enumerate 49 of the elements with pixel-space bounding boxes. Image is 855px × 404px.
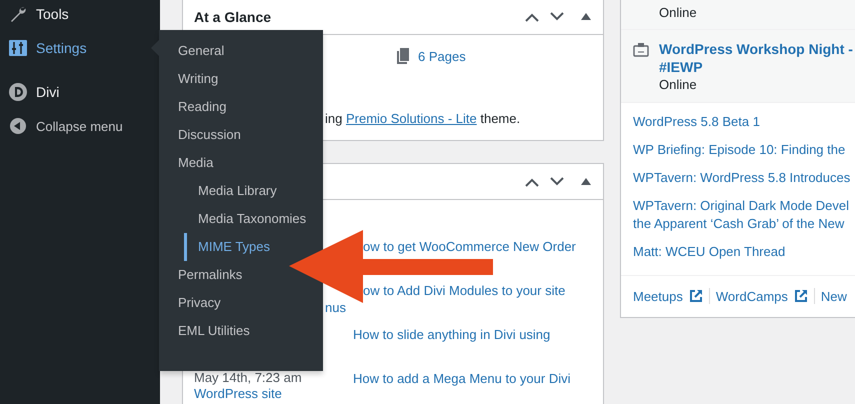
move-up-icon[interactable] [524, 176, 540, 186]
theme-sentence: ing Premio Solutions - Lite theme. [325, 111, 520, 126]
submenu-item[interactable]: Media [159, 149, 218, 177]
submenu-item[interactable]: Reading [159, 93, 230, 121]
external-link-icon [794, 289, 808, 303]
post-link[interactable]: nus [325, 300, 346, 316]
event-badge-icon [633, 43, 649, 57]
post-date: May 14th, 7:23 am [194, 370, 302, 386]
news-link[interactable]: Matt: WCEU Open Thread [633, 243, 855, 261]
collapse-icon [8, 116, 28, 136]
sidebar-item[interactable]: Settings [0, 31, 160, 65]
submenu-item[interactable]: EML Utilities [159, 317, 254, 345]
move-down-icon[interactable] [549, 12, 565, 22]
news-link[interactable]: WPTavern: Original Dark Mode Devel the Apparent ‘Cash Grab’ of the New [633, 197, 855, 233]
footer-link[interactable]: Meetups [633, 288, 703, 304]
external-link-icon [688, 289, 703, 303]
widget-title: At a Glance [194, 8, 272, 24]
sidebar-item[interactable]: Divi [0, 75, 160, 109]
move-up-icon[interactable] [524, 12, 540, 22]
event-location: Online [659, 76, 698, 94]
post-link[interactable]: How to slide anything in Divi using [353, 326, 550, 344]
move-down-icon[interactable] [549, 176, 565, 186]
submenu-item[interactable]: Discussion [159, 121, 245, 149]
submenu-item[interactable]: Media Library [159, 177, 281, 205]
submenu-item[interactable]: Privacy [159, 289, 225, 317]
news-link[interactable]: WP Briefing: Episode 10: Finding the [633, 141, 855, 159]
post-link[interactable]: ow to get WooCommerce New Order [363, 238, 576, 256]
pages-link[interactable]: 6 Pages [418, 48, 466, 64]
collapse-menu-button[interactable]: Collapse menu [0, 109, 160, 143]
d-logo-icon [8, 82, 28, 102]
toggle-icon[interactable] [581, 178, 591, 185]
toggle-icon[interactable] [581, 13, 591, 20]
post-link[interactable]: How to add a Mega Menu to your Divi [353, 370, 570, 388]
footer-link[interactable]: New [820, 288, 847, 304]
post-link[interactable]: WordPress site [194, 386, 282, 402]
theme-link[interactable]: Premio Solutions - Lite [346, 111, 477, 126]
footer-link[interactable]: WordCamps [716, 288, 808, 304]
news-link[interactable]: WordPress 5.8 Beta 1 [633, 113, 855, 131]
pages-icon [396, 48, 410, 64]
sidebar-item[interactable]: Tools [0, 0, 160, 31]
post-link[interactable]: ow to Add Divi Modules to your site [363, 282, 566, 300]
sliders-icon [8, 38, 28, 58]
submenu-item[interactable]: Media Taxonomies [159, 205, 310, 233]
event-location: Online [659, 4, 697, 22]
news-link[interactable]: WPTavern: WordPress 5.8 Introduces [633, 169, 855, 187]
submenu-item[interactable]: General [159, 37, 228, 65]
submenu-item[interactable]: Permalinks [159, 261, 246, 289]
event-link[interactable]: WordPress Workshop Night - #IEWP [659, 40, 855, 76]
submenu-item[interactable]: Writing [159, 65, 222, 93]
